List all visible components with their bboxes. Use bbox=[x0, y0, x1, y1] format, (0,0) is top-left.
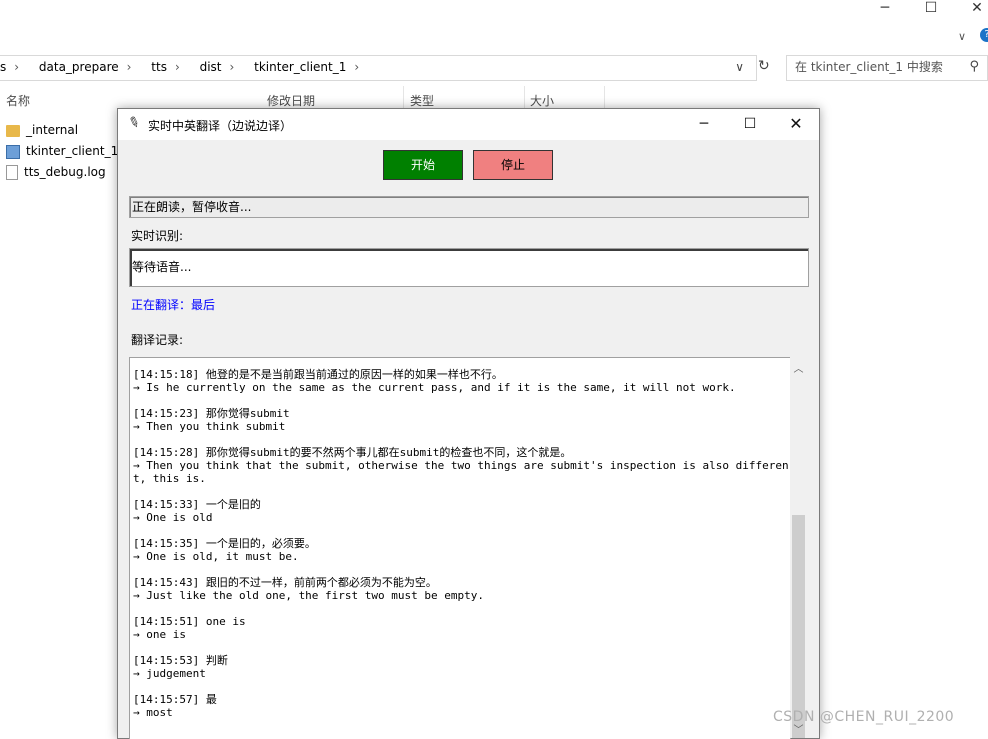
log-entry-translation: → most bbox=[133, 706, 173, 719]
address-dropdown-icon[interactable]: ∨ bbox=[735, 56, 744, 78]
chevron-right-icon[interactable]: › bbox=[354, 60, 359, 74]
log-entry: [14:15:43] 跟旧的不过一样，前前两个都必须为不能为空。 → Just l… bbox=[133, 576, 789, 602]
breadcrumb-item[interactable]: data_prepare bbox=[39, 60, 119, 74]
column-header-date[interactable]: 修改日期 bbox=[267, 92, 315, 109]
log-entry-source: [14:15:23] 那你觉得submit bbox=[133, 407, 290, 420]
title-bar[interactable]: ✎ 实时中英翻译（边说边译） ─ ☐ ✕ bbox=[118, 109, 819, 140]
log-entry: [14:15:57] 最 → most bbox=[133, 693, 789, 719]
log-entry-translation: → one is bbox=[133, 628, 186, 641]
column-header-type[interactable]: 类型 bbox=[410, 92, 434, 109]
explorer-close-button[interactable]: ✕ bbox=[954, 0, 988, 16]
minimize-button[interactable]: ─ bbox=[681, 109, 727, 140]
log-entry: [14:15:53] 判断 → judgement bbox=[133, 654, 789, 680]
column-header-size[interactable]: 大小 bbox=[530, 92, 554, 109]
log-entry-source: [14:15:28] 那你觉得submit的要不然两个事儿都在submit的检查… bbox=[133, 446, 572, 459]
history-scrollbar[interactable]: ︿ ﹀ bbox=[790, 357, 807, 738]
log-entry-source: [14:15:35] 一个是旧的，必须要。 bbox=[133, 537, 316, 550]
log-entry: [14:15:35] 一个是旧的，必须要。 → One is old, it mu… bbox=[133, 537, 789, 563]
scrollbar-thumb[interactable] bbox=[792, 515, 805, 738]
file-name: tkinter_client_1.e bbox=[26, 144, 130, 158]
refresh-icon[interactable]: ↻ bbox=[758, 58, 770, 74]
log-entry-source: [14:15:51] one is bbox=[133, 615, 246, 628]
breadcrumb-item[interactable]: tkinter_client_1 bbox=[254, 60, 346, 74]
search-input[interactable]: 在 tkinter_client_1 中搜索 ⚲ bbox=[786, 55, 988, 81]
watermark: CSDN @CHEN_RUI_2200 bbox=[773, 709, 955, 725]
start-button[interactable]: 开始 bbox=[383, 150, 463, 180]
log-entry-source: [14:15:18] 他登的是不是当前跟当前通过的原因一样的如果一样也不行。 bbox=[133, 368, 503, 381]
log-entry-translation: → One is old, it must be. bbox=[133, 550, 299, 563]
address-bar[interactable]: s › data_prepare › tts › dist › tkinter_clie… bbox=[0, 55, 757, 81]
search-icon[interactable]: ⚲ bbox=[969, 56, 979, 78]
stop-button[interactable]: 停止 bbox=[473, 150, 553, 180]
close-button[interactable]: ✕ bbox=[773, 109, 819, 140]
chevron-right-icon[interactable]: › bbox=[175, 60, 180, 74]
exe-icon bbox=[6, 144, 20, 159]
document-icon bbox=[6, 165, 18, 180]
log-entry-translation: → Is he currently on the same as the cur… bbox=[133, 381, 736, 394]
file-row[interactable]: tts_debug.log bbox=[6, 163, 106, 181]
history-label: 翻译记录: bbox=[131, 333, 184, 347]
log-entry: [14:15:18] 他登的是不是当前跟当前通过的原因一样的如果一样也不行。 → … bbox=[133, 368, 789, 394]
translating-status: 正在翻译：最后 bbox=[131, 298, 216, 312]
log-entry: [14:15:33] 一个是旧的 → One is old bbox=[133, 498, 789, 524]
realtime-recognition-field[interactable]: 等待语音... bbox=[129, 248, 809, 287]
window-title: 实时中英翻译（边说边译） bbox=[148, 119, 293, 133]
help-icon[interactable]: ? bbox=[980, 28, 988, 42]
file-name: tts_debug.log bbox=[24, 165, 106, 179]
log-entry-translation: → Just like the old one, the first two m… bbox=[133, 589, 484, 602]
file-name: _internal bbox=[26, 123, 79, 137]
folder-icon bbox=[6, 124, 20, 137]
file-row[interactable]: tkinter_client_1.e bbox=[6, 142, 129, 160]
breadcrumb-item[interactable]: tts bbox=[151, 60, 167, 74]
chevron-right-icon[interactable]: › bbox=[230, 60, 235, 74]
translation-history-textbox[interactable]: [14:15:18] 他登的是不是当前跟当前通过的原因一样的如果一样也不行。 → … bbox=[129, 357, 791, 739]
column-divider[interactable] bbox=[524, 86, 525, 108]
file-row[interactable]: _internal bbox=[6, 121, 78, 139]
log-entry-translation: → judgement bbox=[133, 667, 206, 680]
log-entry-translation: → One is old bbox=[133, 511, 213, 524]
translator-window: ✎ 实时中英翻译（边说边译） ─ ☐ ✕ 开始 停止 正在朗读，暂停收音... … bbox=[117, 108, 820, 739]
maximize-button[interactable]: ☐ bbox=[727, 109, 773, 140]
scroll-up-icon[interactable]: ︿ bbox=[790, 360, 807, 375]
log-entry-translation: → Then you think that the submit, otherw… bbox=[133, 459, 789, 485]
log-entry: [14:15:51] one is → one is bbox=[133, 615, 789, 641]
column-divider[interactable] bbox=[403, 86, 404, 108]
explorer-maximize-button[interactable]: ☐ bbox=[908, 0, 954, 16]
search-placeholder: 在 tkinter_client_1 中搜索 bbox=[795, 60, 943, 74]
ribbon-expand-chevron-icon[interactable]: ∨ bbox=[958, 30, 966, 43]
column-divider[interactable] bbox=[604, 86, 605, 108]
realtime-label: 实时识别: bbox=[131, 229, 184, 243]
breadcrumb-item[interactable]: dist bbox=[200, 60, 222, 74]
column-header-name[interactable]: 名称 bbox=[6, 92, 30, 109]
chevron-right-icon[interactable]: › bbox=[127, 60, 132, 74]
log-entry: [14:15:23] 那你觉得submit → Then you think su… bbox=[133, 407, 789, 433]
log-entry: [14:15:28] 那你觉得submit的要不然两个事儿都在submit的检查… bbox=[133, 446, 789, 485]
explorer-minimize-button[interactable]: ─ bbox=[862, 0, 908, 16]
log-entry-source: [14:15:33] 一个是旧的 bbox=[133, 498, 261, 511]
breadcrumb-item[interactable]: s bbox=[0, 60, 6, 74]
log-entry-source: [14:15:53] 判断 bbox=[133, 654, 228, 667]
log-entry-source: [14:15:57] 最 bbox=[133, 693, 217, 706]
feather-icon: ✎ bbox=[125, 113, 143, 133]
status-field: 正在朗读，暂停收音... bbox=[129, 196, 809, 218]
translation-history-list: [14:15:18] 他登的是不是当前跟当前通过的原因一样的如果一样也不行。 → … bbox=[133, 368, 789, 732]
log-entry-translation: → Then you think submit bbox=[133, 420, 286, 433]
chevron-right-icon[interactable]: › bbox=[14, 60, 19, 74]
log-entry-source: [14:15:43] 跟旧的不过一样，前前两个都必须为不能为空。 bbox=[133, 576, 437, 589]
